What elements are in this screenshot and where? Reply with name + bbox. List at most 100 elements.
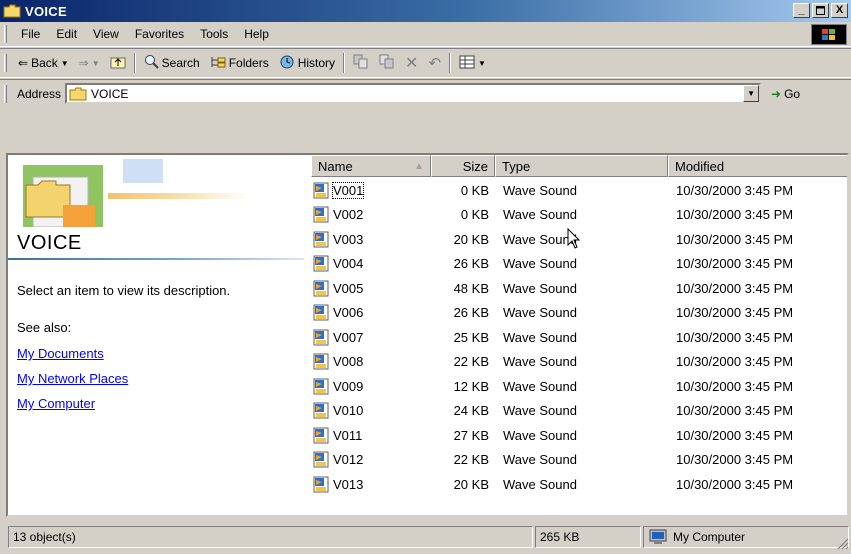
file-name-cell[interactable]: V010 (311, 402, 431, 419)
file-name-cell[interactable]: V006 (311, 304, 431, 321)
wave-sound-icon (313, 451, 331, 468)
folder-view[interactable]: VOICE Select an item to view its descrip… (6, 153, 849, 517)
file-size: 26 KB (453, 256, 489, 272)
up-folder-button[interactable] (105, 51, 131, 75)
file-name-cell[interactable]: V013 (311, 476, 431, 493)
file-size: 24 KB (453, 403, 489, 419)
chevron-down-icon[interactable]: ▼ (61, 59, 69, 68)
folders-button[interactable]: Folders (205, 51, 274, 75)
up-folder-icon (110, 55, 126, 72)
close-button[interactable]: X (831, 3, 848, 18)
toolbar-separator (343, 53, 346, 73)
address-grip[interactable] (4, 84, 7, 103)
wave-sound-icon (313, 304, 331, 321)
status-object-count: 13 object(s) (8, 526, 533, 548)
file-name-cell[interactable]: V002 (311, 206, 431, 223)
file-name-cell[interactable]: V011 (311, 427, 431, 444)
wave-sound-icon (313, 255, 331, 272)
file-size: 22 KB (453, 354, 489, 370)
minimize-button[interactable]: _ (793, 3, 810, 18)
file-row[interactable]: V003 20 KB Wave Sound 10/30/2000 3:45 PM (311, 227, 847, 252)
delete-icon: ✕ (405, 55, 419, 72)
item-description: Select an item to view its description. (17, 283, 231, 298)
file-size: 0 KB (460, 182, 489, 198)
file-type: Wave Sound (503, 452, 577, 468)
file-name-cell[interactable]: V012 (311, 451, 431, 468)
file-row[interactable]: V004 26 KB Wave Sound 10/30/2000 3:45 PM (311, 252, 847, 277)
undo-button[interactable]: ↶ (423, 51, 446, 75)
copy-to-button[interactable] (374, 51, 400, 75)
toolbar-grip[interactable] (4, 54, 7, 72)
file-type: Wave Sound (503, 305, 577, 321)
file-modified: 10/30/2000 3:45 PM (676, 427, 794, 443)
file-type: Wave Sound (503, 403, 577, 419)
file-row[interactable]: V011 27 KB Wave Sound 10/30/2000 3:45 PM (311, 423, 847, 448)
file-name-cell[interactable]: V003 (311, 231, 431, 248)
folders-icon (210, 55, 226, 72)
file-type: Wave Sound (503, 329, 577, 345)
wave-sound-icon (313, 206, 331, 223)
go-arrow-icon: ➜ (771, 86, 782, 101)
file-modified: 10/30/2000 3:45 PM (676, 305, 794, 321)
address-dropdown-button[interactable]: ▼ (743, 85, 760, 102)
title-divider (8, 258, 304, 260)
menu-tools[interactable]: Tools (192, 27, 236, 41)
link-my-network-places[interactable]: My Network Places (17, 371, 128, 386)
status-zone: My Computer (643, 526, 849, 548)
go-button[interactable]: ➜ Go (771, 87, 800, 101)
file-modified: 10/30/2000 3:45 PM (676, 280, 794, 296)
file-modified: 10/30/2000 3:45 PM (676, 403, 794, 419)
history-button[interactable]: History (274, 51, 340, 75)
resize-grip-icon[interactable] (836, 537, 849, 550)
wave-sound-icon (313, 476, 331, 493)
file-row[interactable]: V005 48 KB Wave Sound 10/30/2000 3:45 PM (311, 276, 847, 301)
file-name-cell[interactable]: V005 (311, 280, 431, 297)
back-button[interactable]: ⇐ Back ▼ (13, 51, 74, 75)
window-title: VOICE (25, 3, 67, 19)
file-name-cell[interactable]: V009 (311, 378, 431, 395)
column-header-name[interactable]: Name ▲ (311, 155, 431, 177)
menu-grip[interactable] (4, 25, 7, 43)
file-type: Wave Sound (503, 378, 577, 394)
file-modified: 10/30/2000 3:45 PM (676, 182, 794, 198)
file-row[interactable]: V002 0 KB Wave Sound 10/30/2000 3:45 PM (311, 203, 847, 228)
file-row[interactable]: V010 24 KB Wave Sound 10/30/2000 3:45 PM (311, 399, 847, 424)
file-row[interactable]: V013 20 KB Wave Sound 10/30/2000 3:45 PM (311, 472, 847, 497)
column-header-size[interactable]: Size (431, 155, 495, 177)
address-value: VOICE (91, 86, 129, 101)
file-size: 25 KB (453, 329, 489, 345)
file-name: V007 (333, 329, 364, 345)
menu-view[interactable]: View (85, 27, 127, 41)
menu-favorites[interactable]: Favorites (127, 27, 192, 41)
file-name-cell[interactable]: V004 (311, 255, 431, 272)
move-to-button[interactable] (348, 51, 374, 75)
column-header-type[interactable]: Type (495, 155, 668, 177)
address-label: Address (17, 86, 62, 101)
chevron-down-icon[interactable]: ▼ (478, 59, 486, 68)
file-row[interactable]: V012 22 KB Wave Sound 10/30/2000 3:45 PM (311, 448, 847, 473)
file-size: 0 KB (460, 207, 489, 223)
forward-button[interactable]: ⇒ ▼ (74, 51, 105, 75)
file-row[interactable]: V006 26 KB Wave Sound 10/30/2000 3:45 PM (311, 301, 847, 326)
column-header-modified[interactable]: Modified (668, 155, 847, 177)
file-row[interactable]: V007 25 KB Wave Sound 10/30/2000 3:45 PM (311, 325, 847, 350)
delete-button[interactable]: ✕ (400, 51, 423, 75)
file-name: V009 (333, 378, 364, 394)
search-button[interactable]: Search (139, 51, 205, 75)
title-bar[interactable]: VOICE _ X (0, 0, 851, 22)
menu-help[interactable]: Help (236, 27, 277, 41)
maximize-button[interactable] (812, 3, 829, 18)
address-input[interactable]: VOICE ▼ (65, 83, 762, 104)
file-row[interactable]: V009 12 KB Wave Sound 10/30/2000 3:45 PM (311, 374, 847, 399)
menu-file[interactable]: File (13, 27, 48, 41)
file-name-cell[interactable]: V007 (311, 329, 431, 346)
file-row[interactable]: V001 0 KB Wave Sound 10/30/2000 3:45 PM (311, 178, 847, 203)
link-my-computer[interactable]: My Computer (17, 396, 95, 411)
menu-edit[interactable]: Edit (48, 27, 85, 41)
file-name-cell[interactable]: V001 (311, 181, 431, 199)
file-name-cell[interactable]: V008 (311, 353, 431, 370)
link-my-documents[interactable]: My Documents (17, 346, 104, 361)
file-row[interactable]: V008 22 KB Wave Sound 10/30/2000 3:45 PM (311, 350, 847, 375)
views-button[interactable]: ▼ (454, 51, 491, 75)
chevron-down-icon[interactable]: ▼ (92, 59, 100, 68)
